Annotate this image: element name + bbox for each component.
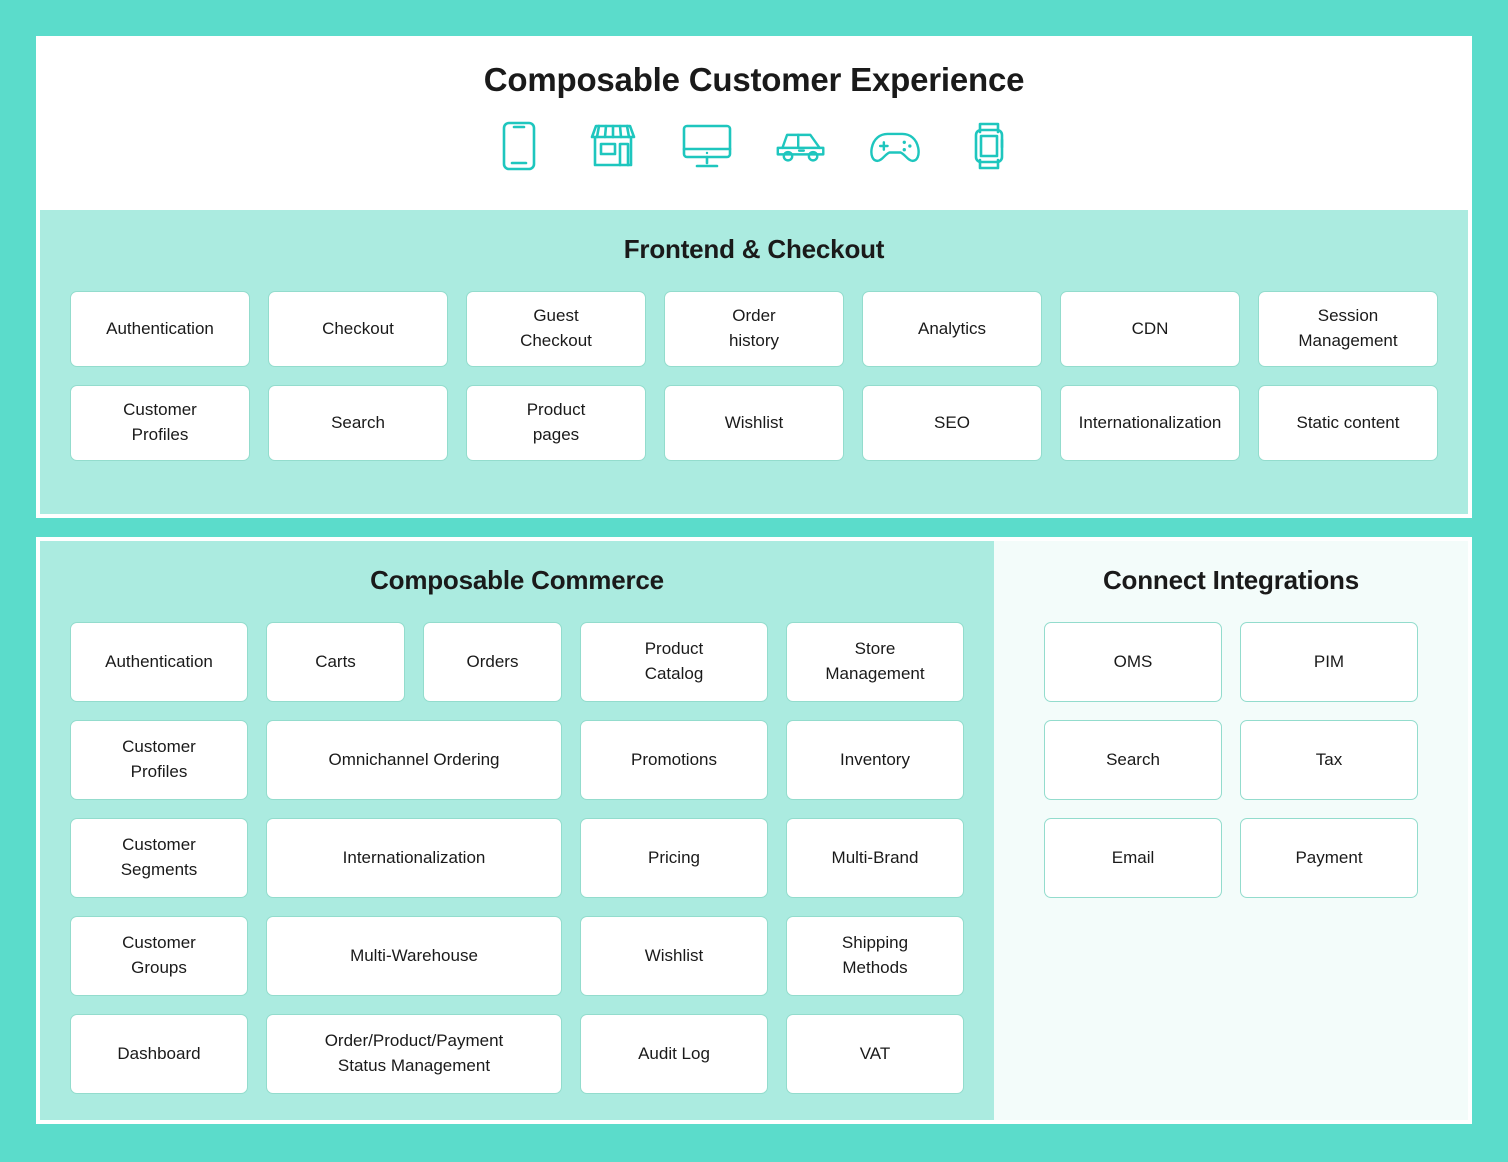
- capability-card[interactable]: Pricing: [580, 818, 768, 898]
- capability-card[interactable]: Orders: [423, 622, 562, 702]
- integration-card[interactable]: Email: [1044, 818, 1222, 898]
- capability-card[interactable]: Carts: [266, 622, 405, 702]
- capability-card[interactable]: Customer Profiles: [70, 385, 250, 461]
- frontend-row-1: Authentication Checkout Guest Checkout O…: [70, 291, 1438, 367]
- capability-card[interactable]: Analytics: [862, 291, 1042, 367]
- capability-card[interactable]: Audit Log: [580, 1014, 768, 1094]
- commerce-row-5: Dashboard Order/Product/Payment Status M…: [70, 1014, 964, 1094]
- capability-card[interactable]: Store Management: [786, 622, 964, 702]
- integrations-section-title: Connect Integrations: [1102, 565, 1359, 595]
- smartwatch-icon: [963, 120, 1015, 172]
- capability-card[interactable]: Dashboard: [70, 1014, 248, 1094]
- capability-card[interactable]: Search: [268, 385, 448, 461]
- header-band: Composable Customer Experience: [36, 36, 1472, 210]
- composable-commerce-panel: Composable Commerce Authentication Carts…: [36, 537, 994, 1124]
- capability-card[interactable]: Wishlist: [664, 385, 844, 461]
- game-controller-icon: [869, 120, 921, 172]
- capability-card[interactable]: VAT: [786, 1014, 964, 1094]
- capability-card[interactable]: CDN: [1060, 291, 1240, 367]
- car-icon: [775, 120, 827, 172]
- capability-card[interactable]: SEO: [862, 385, 1042, 461]
- desktop-monitor-icon: [681, 120, 733, 172]
- capability-card[interactable]: Guest Checkout: [466, 291, 646, 367]
- frontend-row-2: Customer Profiles Search Product pages W…: [70, 385, 1438, 461]
- diagram-root: Composable Customer Experience Frontend …: [0, 0, 1508, 1162]
- capability-card[interactable]: Authentication: [70, 291, 250, 367]
- integration-card[interactable]: PIM: [1240, 622, 1418, 702]
- capability-card[interactable]: Order/Product/Payment Status Management: [266, 1014, 562, 1094]
- capability-card[interactable]: Wishlist: [580, 916, 768, 996]
- channel-icon-row: [36, 120, 1472, 172]
- capability-card[interactable]: Session Management: [1258, 291, 1438, 367]
- commerce-row-4: Customer Groups Multi-Warehouse Wishlist…: [70, 916, 964, 996]
- capability-card[interactable]: Customer Profiles: [70, 720, 248, 800]
- page-title: Composable Customer Experience: [483, 61, 1025, 98]
- mobile-phone-icon: [493, 120, 545, 172]
- capability-card[interactable]: Product pages: [466, 385, 646, 461]
- capability-card[interactable]: Inventory: [786, 720, 964, 800]
- integration-card[interactable]: Payment: [1240, 818, 1418, 898]
- capability-card[interactable]: Product Catalog: [580, 622, 768, 702]
- capability-card[interactable]: Internationalization: [266, 818, 562, 898]
- frontend-section-title: Frontend & Checkout: [623, 234, 885, 264]
- integration-card[interactable]: OMS: [1044, 622, 1222, 702]
- capability-card[interactable]: Customer Segments: [70, 818, 248, 898]
- connect-integrations-panel: Connect Integrations OMS PIM Search Tax …: [994, 537, 1472, 1124]
- capability-card[interactable]: Multi-Warehouse: [266, 916, 562, 996]
- commerce-row-3: Customer Segments Internationalization P…: [70, 818, 964, 898]
- capability-card[interactable]: Multi-Brand: [786, 818, 964, 898]
- commerce-section-title: Composable Commerce: [370, 565, 664, 595]
- capability-card[interactable]: Shipping Methods: [786, 916, 964, 996]
- integration-card[interactable]: Search: [1044, 720, 1222, 800]
- capability-card[interactable]: Internationalization: [1060, 385, 1240, 461]
- commerce-row-1: Authentication Carts Orders Product Cata…: [70, 622, 964, 702]
- bottom-panels: Composable Commerce Authentication Carts…: [36, 537, 1472, 1124]
- capability-card[interactable]: Customer Groups: [70, 916, 248, 996]
- commerce-row-2: Customer Profiles Omnichannel Ordering P…: [70, 720, 964, 800]
- capability-card[interactable]: Omnichannel Ordering: [266, 720, 562, 800]
- capability-card[interactable]: Promotions: [580, 720, 768, 800]
- capability-card[interactable]: Checkout: [268, 291, 448, 367]
- capability-card[interactable]: Authentication: [70, 622, 248, 702]
- storefront-icon: [587, 120, 639, 172]
- integrations-grid: OMS PIM Search Tax Email Payment: [1044, 622, 1418, 898]
- capability-card[interactable]: Static content: [1258, 385, 1438, 461]
- frontend-checkout-panel: Frontend & Checkout Authentication Check…: [36, 210, 1472, 518]
- capability-card[interactable]: Order history: [664, 291, 844, 367]
- integration-card[interactable]: Tax: [1240, 720, 1418, 800]
